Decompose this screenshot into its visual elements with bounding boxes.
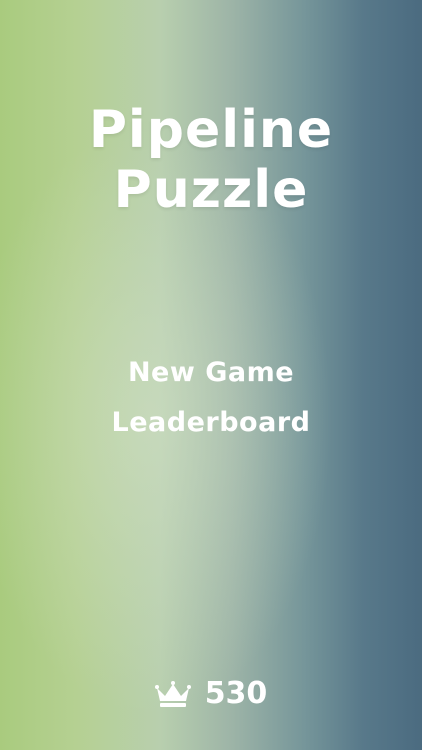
best-score-value: 530 bbox=[204, 676, 268, 711]
main-menu: New Game Leaderboard bbox=[0, 348, 422, 448]
leaderboard-button[interactable]: Leaderboard bbox=[102, 398, 321, 448]
game-title-line-1: Pipeline bbox=[88, 100, 334, 160]
crown-icon bbox=[154, 681, 191, 707]
best-score: 530 bbox=[0, 670, 422, 718]
game-title: Pipeline Puzzle bbox=[0, 100, 422, 220]
main-menu-screen: Pipeline Puzzle New Game Leaderboard 530 bbox=[0, 0, 422, 750]
game-title-line-2: Puzzle bbox=[113, 160, 309, 220]
new-game-button[interactable]: New Game bbox=[118, 348, 304, 398]
